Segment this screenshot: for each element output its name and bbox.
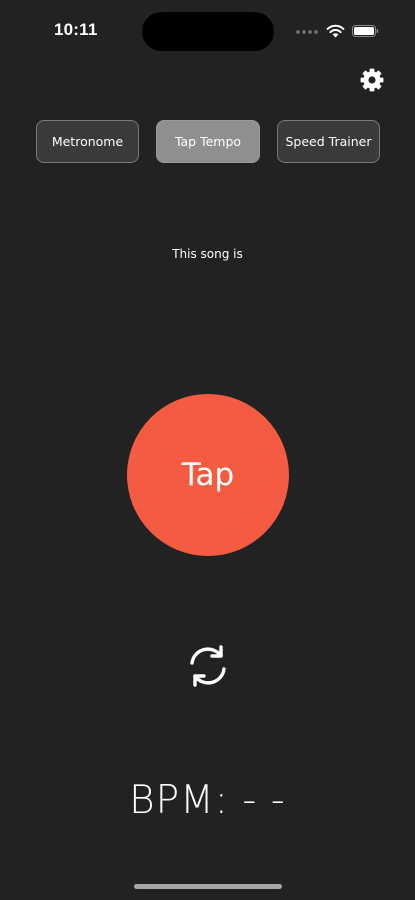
mode-tabs: Metronome Tap Tempo Speed Trainer — [36, 120, 380, 165]
reset-button[interactable] — [184, 642, 232, 690]
status-bar: 10:11 — [0, 0, 415, 60]
tab-metronome[interactable]: Metronome — [36, 120, 139, 163]
bpm-display: BPM: - - — [129, 778, 286, 823]
refresh-icon — [190, 645, 226, 687]
battery-icon — [352, 25, 379, 37]
status-time: 10:11 — [54, 20, 98, 39]
home-indicator[interactable] — [134, 884, 282, 889]
tap-button[interactable]: Tap — [127, 394, 289, 556]
settings-button[interactable] — [358, 66, 386, 94]
dynamic-island — [142, 12, 274, 51]
gear-icon — [360, 68, 384, 92]
tab-tap-tempo[interactable]: Tap Tempo — [156, 120, 260, 163]
tab-speed-trainer[interactable]: Speed Trainer — [277, 120, 380, 163]
status-icons — [296, 23, 386, 39]
song-prompt-text: This song is — [172, 247, 243, 261]
cellular-signal-icon — [296, 30, 320, 34]
wifi-icon — [326, 24, 345, 38]
